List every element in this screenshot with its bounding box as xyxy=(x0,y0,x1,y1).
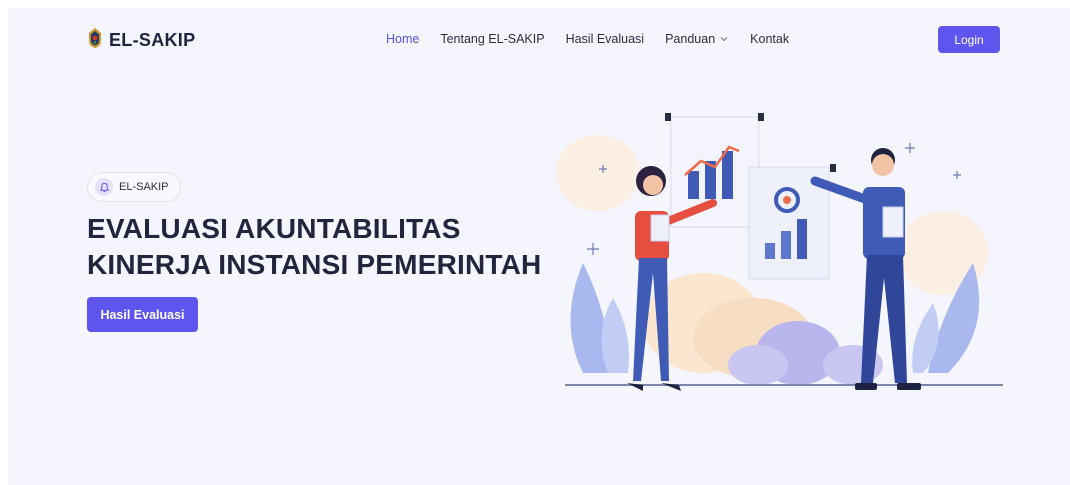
nav-home[interactable]: Home xyxy=(386,32,419,46)
brand[interactable]: EL-SAKIP xyxy=(87,27,195,54)
hero-illustration xyxy=(556,113,1003,391)
emblem-icon xyxy=(87,27,103,54)
nav-panduan[interactable]: Panduan xyxy=(665,32,729,46)
chevron-down-icon xyxy=(720,37,728,42)
nav-links: Home Tentang EL-SAKIP Hasil Evaluasi Pan… xyxy=(386,32,789,46)
login-button[interactable]: Login xyxy=(938,26,1000,53)
bell-icon xyxy=(95,178,113,196)
nav-panduan-label: Panduan xyxy=(665,32,716,46)
hero-title: EVALUASI AKUNTABILITAS KINERJA INSTANSI … xyxy=(87,211,547,283)
hero-badge: EL-SAKIP xyxy=(87,172,181,202)
hero-title-line-2: KINERJA INSTANSI PEMERINTAH xyxy=(87,249,542,280)
nav-tentang[interactable]: Tentang EL-SAKIP xyxy=(440,32,544,46)
nav-hasil-evaluasi[interactable]: Hasil Evaluasi xyxy=(566,32,645,46)
navbar: EL-SAKIP Home Tentang EL-SAKIP Hasil Eva… xyxy=(8,8,1070,74)
page: EL-SAKIP Home Tentang EL-SAKIP Hasil Eva… xyxy=(8,8,1070,485)
nav-kontak[interactable]: Kontak xyxy=(750,32,789,46)
badge-text: EL-SAKIP xyxy=(119,181,169,193)
hasil-evaluasi-button[interactable]: Hasil Evaluasi xyxy=(87,297,198,332)
hero-title-line-1: EVALUASI AKUNTABILITAS xyxy=(87,213,461,244)
brand-name: EL-SAKIP xyxy=(109,30,196,50)
